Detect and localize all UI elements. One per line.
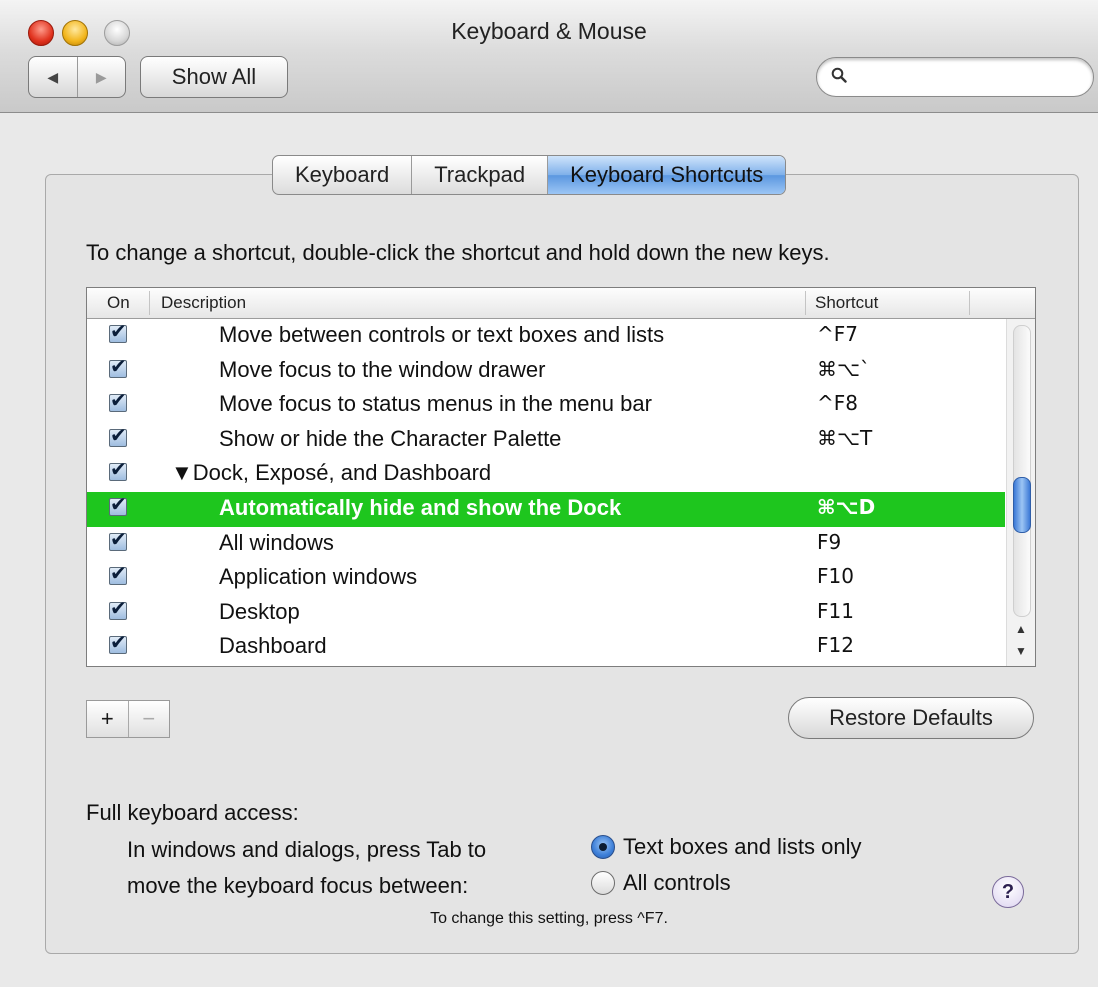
table-row[interactable]: All windows F9 [87,527,1005,562]
enabled-checkbox[interactable] [109,631,127,655]
shortcut-description: Desktop [219,598,300,624]
radio-label: All controls [623,870,731,895]
shortcut-keys[interactable]: F10 [817,564,854,588]
shortcut-description: Application windows [219,564,418,590]
description-line: In windows and dialogs, press Tab to [127,837,487,862]
instruction-text: To change a shortcut, double-click the s… [86,240,830,265]
help-icon[interactable]: ? [992,876,1024,908]
column-divider [969,291,970,315]
show-all-button[interactable]: Show All [140,56,288,98]
shortcut-keys[interactable]: ^F7 [817,322,858,346]
table-row[interactable]: Dashboard F12 [87,630,1005,665]
radio-button-selected[interactable] [591,835,615,859]
column-header-on[interactable]: On [107,293,130,313]
restore-defaults-button[interactable]: Restore Defaults [788,697,1034,739]
table-header: On Description Shortcut [87,288,1035,319]
enabled-checkbox[interactable] [109,389,127,413]
back-forward-buttons: ◀ ▶ [28,56,126,98]
table-row[interactable]: Automatically hide and show the Dock ⌘⌥D [87,491,1005,527]
enabled-checkbox[interactable] [109,424,127,448]
shortcut-description: All windows [219,529,334,555]
table-row[interactable]: Move focus to status menus in the menu b… [87,388,1005,423]
table-row[interactable] [87,665,1005,667]
tab-trackpad[interactable]: Trackpad [412,156,549,194]
add-remove-buttons: + − [86,700,170,738]
column-header-shortcut[interactable]: Shortcut [815,293,878,313]
table-row[interactable]: Move focus to the window drawer ⌘⌥` [87,354,1005,389]
shortcut-description: Dashboard [219,633,327,659]
table-rows: Move between controls or text boxes and … [87,319,1005,666]
search-field[interactable] [816,57,1094,97]
tab-keyboard-shortcuts[interactable]: Keyboard Shortcuts [548,156,786,194]
shortcut-description: Move between controls or text boxes and … [219,322,665,347]
title-bar: Keyboard & Mouse ◀ ▶ Show All [0,0,1098,113]
table-row[interactable]: ▼Dock, Exposé, and Dashboard [87,457,1005,492]
remove-shortcut-button[interactable]: − [127,701,170,737]
search-input[interactable] [857,64,1081,90]
shortcut-description: Move focus to status menus in the menu b… [219,391,652,417]
description-line: move the keyboard focus between: [127,873,469,898]
radio-label: Text boxes and lists only [623,834,862,859]
add-shortcut-button[interactable]: + [87,701,128,737]
shortcut-keys[interactable]: ⌘⌥D [817,495,875,519]
shortcuts-table: On Description Shortcut Move between con… [86,287,1036,667]
shortcut-description: Show or hide the Character Palette [219,425,562,451]
shortcut-keys[interactable]: ⌘⌥T [817,426,872,450]
full-keyboard-access-label: Full keyboard access: [86,800,299,825]
scroll-down-arrow-icon[interactable]: ▼ [1009,641,1033,661]
shortcut-keys[interactable]: ⌘⌥` [817,357,870,381]
scroll-thumb[interactable] [1013,477,1031,533]
full-keyboard-access-description: In windows and dialogs, press Tab to mov… [127,832,486,904]
enabled-checkbox[interactable] [109,493,127,517]
back-icon[interactable]: ◀ [29,57,77,97]
shortcut-keys[interactable]: F11 [817,599,854,623]
column-header-description[interactable]: Description [161,293,246,313]
table-row[interactable]: Show or hide the Character Palette ⌘⌥T [87,423,1005,458]
enabled-checkbox[interactable] [109,320,127,344]
shortcut-description: Automatically hide and show the Dock [219,494,622,520]
enabled-checkbox[interactable] [109,562,127,586]
radio-text-boxes-and-lists[interactable]: Text boxes and lists only [591,834,861,860]
shortcut-keys[interactable]: F9 [817,530,841,554]
shortcut-keys[interactable]: F12 [817,633,854,657]
table-row[interactable]: Application windows F10 [87,561,1005,596]
tab-bar: Keyboard Trackpad Keyboard Shortcuts [272,155,787,195]
keyboard-access-hint: To change this setting, press ^F7. [430,910,668,927]
forward-icon[interactable]: ▶ [76,57,126,97]
radio-button[interactable] [591,871,615,895]
enabled-checkbox[interactable] [109,458,127,482]
tab-keyboard[interactable]: Keyboard [273,156,413,194]
shortcut-keys[interactable]: ^F8 [817,391,858,415]
table-row[interactable]: Move between controls or text boxes and … [87,319,1005,354]
vertical-scrollbar[interactable]: ▲ ▼ [1006,319,1035,666]
enabled-checkbox[interactable] [109,355,127,379]
column-divider [149,291,150,315]
shortcut-description: ▼Dock, Exposé, and Dashboard [171,460,492,486]
enabled-checkbox[interactable] [109,597,127,621]
scroll-track[interactable] [1013,325,1031,617]
radio-all-controls[interactable]: All controls [591,870,731,896]
window-title: Keyboard & Mouse [451,18,647,44]
enabled-checkbox[interactable] [109,528,127,552]
scroll-up-arrow-icon[interactable]: ▲ [1009,619,1033,639]
search-icon [831,67,847,83]
table-row[interactable]: Desktop F11 [87,596,1005,631]
preferences-window: Keyboard & Mouse ◀ ▶ Show All Keyboard T… [0,0,1098,987]
shortcut-description: Move focus to the window drawer [219,356,546,382]
column-divider [805,291,806,315]
